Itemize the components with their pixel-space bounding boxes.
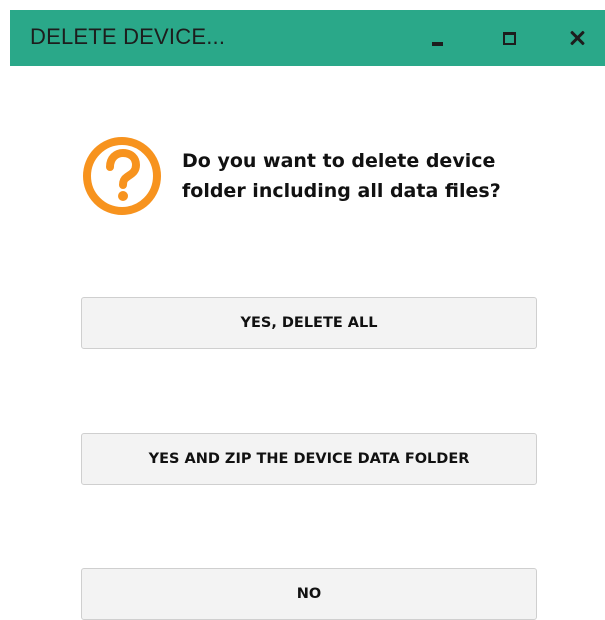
yes-zip-folder-button[interactable]: YES AND ZIP THE DEVICE DATA FOLDER [81,433,537,485]
no-button[interactable]: NO [81,568,537,620]
minimize-icon [431,42,443,46]
delete-device-dialog: DELETE DEVICE... Do you want to delete d… [0,0,605,620]
close-button[interactable] [554,10,600,66]
question-icon [83,137,161,215]
maximize-button[interactable] [486,10,532,66]
close-icon [569,30,585,46]
minimize-button[interactable] [414,10,460,66]
message-line-2: folder including all data files? [182,180,501,202]
message-line-1: Do you want to delete device [182,150,496,172]
confirmation-message: Do you want to delete device folder incl… [182,146,562,206]
maximize-icon [502,31,516,45]
title-bar[interactable]: DELETE DEVICE... [10,10,605,66]
yes-delete-all-button[interactable]: YES, DELETE ALL [81,297,537,349]
window-title: DELETE DEVICE... [30,24,226,49]
